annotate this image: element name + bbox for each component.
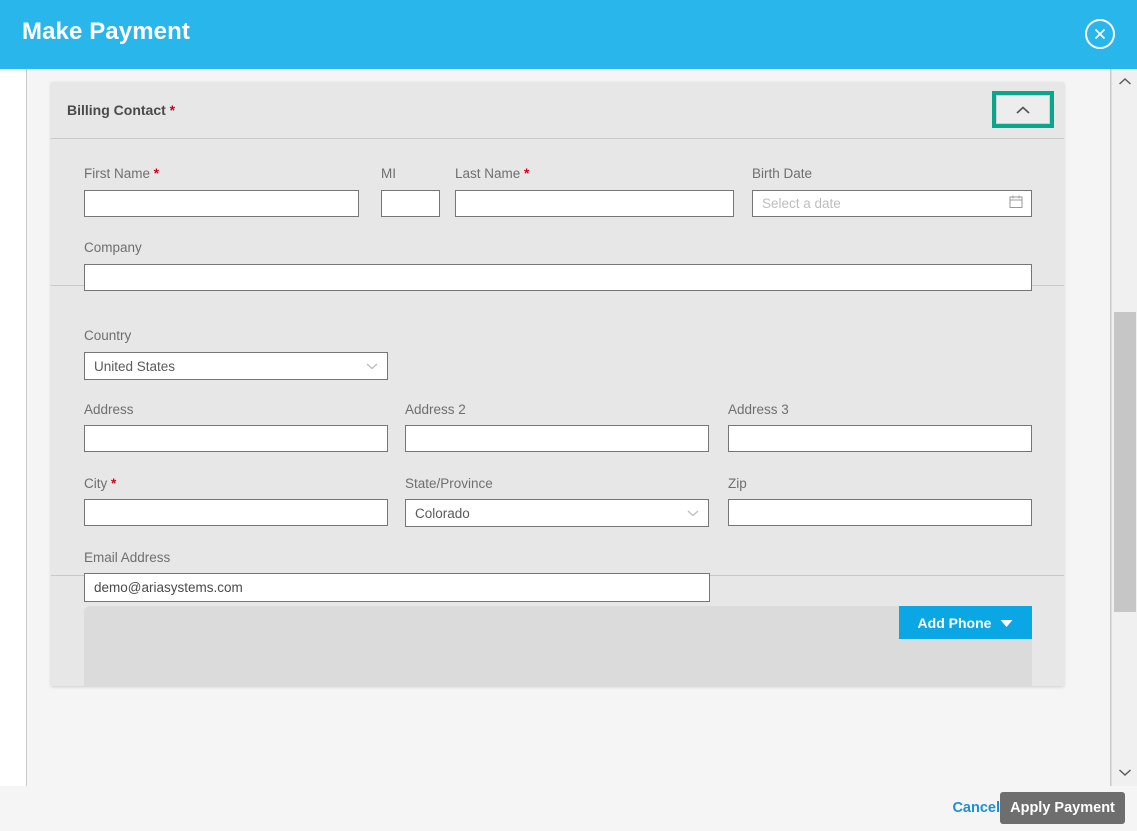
scroll-up-button[interactable] (1112, 71, 1137, 93)
calendar-icon[interactable] (1009, 194, 1023, 213)
collapse-highlight (992, 91, 1054, 128)
collapse-panel-button[interactable] (996, 95, 1050, 124)
last-name-label: Last Name * (455, 166, 529, 181)
scrollbar-thumb[interactable] (1114, 312, 1136, 612)
chevron-down-icon (1118, 764, 1132, 782)
scroll-down-button[interactable] (1112, 762, 1137, 784)
country-select-value: United States (94, 358, 176, 374)
state-label: State/Province (405, 476, 493, 491)
country-label: Country (84, 328, 132, 343)
mi-input[interactable] (381, 190, 440, 217)
first-name-label-text: First Name (84, 166, 151, 181)
last-name-label-text: Last Name (455, 166, 521, 181)
first-name-required: * (153, 166, 160, 181)
address2-input[interactable] (405, 425, 709, 452)
city-label-text: City (84, 476, 108, 491)
chevron-down-icon (366, 359, 378, 374)
address-section: Country United States Address Address 2 (51, 286, 1064, 602)
address3-label: Address 3 (728, 402, 789, 417)
billing-contact-panel: Billing Contact * First Name * MI Last N… (51, 82, 1064, 686)
address3-input[interactable] (728, 425, 1032, 452)
address-input[interactable] (84, 425, 388, 452)
city-input[interactable] (84, 499, 388, 526)
first-name-input[interactable] (84, 190, 359, 217)
chevron-down-icon (687, 506, 699, 521)
birth-date-field (752, 190, 1032, 217)
zip-input[interactable] (728, 499, 1032, 526)
panel-title: Billing Contact * (67, 102, 175, 118)
panel-title-text: Billing Contact (67, 102, 166, 118)
city-label: City * (84, 476, 116, 491)
first-name-label: First Name * (84, 166, 159, 181)
modal-header: Make Payment (0, 0, 1137, 69)
modal-footer: Cancel Apply Payment (0, 786, 1137, 831)
mi-label: MI (381, 166, 396, 181)
make-payment-modal: Make Payment Billing Contact * First Nam… (0, 0, 1137, 831)
modal-body: Billing Contact * First Name * MI Last N… (0, 69, 1137, 786)
caret-down-icon (1000, 615, 1013, 631)
scroll-content: Billing Contact * First Name * MI Last N… (26, 69, 1111, 786)
city-required: * (111, 476, 117, 491)
address-label: Address (84, 402, 134, 417)
email-label: Email Address (84, 550, 171, 565)
country-select[interactable]: United States (84, 352, 388, 380)
address2-label: Address 2 (405, 402, 466, 417)
apply-payment-button[interactable]: Apply Payment (1000, 792, 1125, 824)
company-label: Company (84, 240, 142, 255)
required-marker: * (169, 102, 176, 118)
phone-list-container: Add Phone (84, 606, 1032, 686)
state-select[interactable]: Colorado (405, 499, 709, 527)
birth-date-label: Birth Date (752, 166, 813, 181)
add-phone-label: Add Phone (917, 614, 992, 631)
contact-name-section: First Name * MI Last Name * Birth Date S… (51, 139, 1064, 291)
add-phone-button[interactable]: Add Phone (899, 606, 1032, 639)
state-select-value: Colorado (415, 505, 470, 521)
last-name-required: * (524, 166, 530, 181)
chevron-up-icon (1015, 105, 1031, 115)
page-title: Make Payment (22, 18, 190, 45)
birth-date-input[interactable] (752, 190, 1032, 217)
chevron-up-icon (1118, 73, 1132, 91)
phone-section: Add Phone (51, 576, 1064, 686)
vertical-scrollbar[interactable] (1111, 69, 1137, 786)
last-name-input[interactable] (455, 190, 734, 217)
zip-label: Zip (728, 476, 747, 491)
close-icon[interactable] (1085, 19, 1115, 49)
panel-header: Billing Contact * (51, 82, 1064, 139)
cancel-button[interactable]: Cancel (952, 800, 1000, 816)
